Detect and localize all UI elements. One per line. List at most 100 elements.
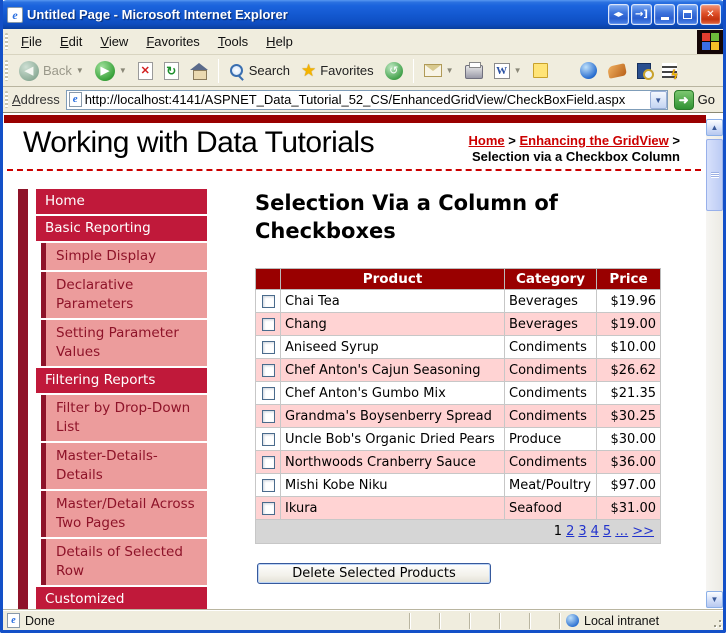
- sidebar-item-basic-reporting[interactable]: Basic Reporting: [36, 216, 207, 241]
- address-dropdown-icon[interactable]: ▼: [650, 91, 667, 109]
- category-cell: Condiments: [505, 336, 597, 359]
- pager-link-ellipsis[interactable]: …: [615, 524, 628, 539]
- history-button[interactable]: ↺: [381, 60, 407, 82]
- back-dropdown-icon[interactable]: ▼: [76, 66, 84, 75]
- breadcrumb: Home > Enhancing the GridView > Selectio…: [408, 133, 680, 165]
- titlebar-extra-button-1[interactable]: ◂▸: [608, 4, 629, 25]
- menu-help[interactable]: Help: [257, 31, 302, 52]
- menu-tools[interactable]: Tools: [209, 31, 257, 52]
- close-button[interactable]: ✕: [700, 4, 721, 25]
- edit-with-word-button[interactable]: W ▼: [490, 61, 526, 81]
- status-pane: [499, 613, 529, 629]
- row-checkbox[interactable]: [262, 364, 275, 377]
- menu-edit[interactable]: Edit: [51, 31, 91, 52]
- page-title: Selection Via a Column of Checkboxes: [255, 189, 635, 245]
- row-checkbox[interactable]: [262, 456, 275, 469]
- windows-logo-icon: [697, 30, 723, 54]
- pager-link-4[interactable]: 4: [591, 524, 599, 539]
- delete-selected-products-button[interactable]: Delete Selected Products: [257, 563, 491, 584]
- breadcrumb-separator: >: [505, 133, 520, 148]
- scroll-down-icon[interactable]: ▼: [706, 591, 723, 608]
- address-grip[interactable]: [5, 91, 8, 109]
- sidebar-item-master-details-details[interactable]: Master-Details-Details: [41, 443, 207, 489]
- sidebar-item-customized-formatting[interactable]: Customized Formatting: [36, 587, 207, 610]
- sidebar-item-setting-parameter-values[interactable]: Setting Parameter Values: [41, 320, 207, 366]
- row-checkbox[interactable]: [262, 479, 275, 492]
- price-cell: $30.00: [597, 428, 661, 451]
- sidebar-nav: Home Basic Reporting Simple Display Decl…: [3, 189, 215, 610]
- refresh-button[interactable]: ↻: [160, 60, 183, 82]
- forward-dropdown-icon[interactable]: ▼: [119, 66, 127, 75]
- sidebar-item-filtering-reports[interactable]: Filtering Reports: [36, 368, 207, 393]
- row-checkbox[interactable]: [262, 502, 275, 515]
- extension-button-1[interactable]: [604, 63, 630, 79]
- scroll-up-icon[interactable]: ▲: [706, 119, 723, 136]
- menu-view[interactable]: View: [91, 31, 137, 52]
- research-book-icon: [637, 63, 651, 79]
- titlebar-extra-button-2[interactable]: →]: [631, 4, 652, 25]
- products-grid: Product Category Price Chai Tea Beverage…: [255, 268, 661, 544]
- messenger-button[interactable]: [576, 60, 601, 81]
- sidebar-item-details-of-selected-row[interactable]: Details of Selected Row: [41, 539, 207, 585]
- category-cell: Produce: [505, 428, 597, 451]
- vertical-scrollbar[interactable]: ▲ ▼: [706, 119, 723, 608]
- row-checkbox[interactable]: [262, 387, 275, 400]
- go-button[interactable]: ➜: [674, 90, 694, 110]
- stop-icon: ✕: [138, 62, 153, 80]
- product-column-header: Product: [281, 269, 505, 290]
- mail-dropdown-icon[interactable]: ▼: [446, 66, 454, 75]
- row-checkbox[interactable]: [262, 341, 275, 354]
- extension-icon-orange: [606, 63, 626, 78]
- resize-grip[interactable]: [709, 613, 723, 629]
- price-cell: $21.35: [597, 382, 661, 405]
- menu-file[interactable]: File: [12, 31, 51, 52]
- minimize-icon: [661, 17, 669, 20]
- back-icon: ◀: [19, 61, 39, 81]
- price-cell: $19.96: [597, 290, 661, 313]
- mail-button[interactable]: ▼: [420, 62, 458, 79]
- minimize-button[interactable]: [654, 4, 675, 25]
- toolbar-grip[interactable]: [5, 60, 8, 82]
- favorites-button[interactable]: ★ Favorites: [297, 59, 378, 83]
- pager-current-page: 1: [554, 524, 562, 539]
- word-dropdown-icon[interactable]: ▼: [514, 66, 522, 75]
- breadcrumb-home-link[interactable]: Home: [469, 133, 505, 148]
- address-input[interactable]: [85, 92, 650, 107]
- ie-page-icon: e: [7, 7, 23, 23]
- research-button[interactable]: [633, 61, 655, 81]
- pager-row: 12345 … >>: [256, 520, 661, 544]
- search-button[interactable]: Search: [225, 61, 294, 81]
- stop-button[interactable]: ✕: [134, 60, 157, 82]
- table-row: Mishi Kobe Niku Meat/Poultry $97.00: [256, 474, 661, 497]
- forward-button[interactable]: ▶ ▼: [91, 59, 131, 83]
- pager-link-3[interactable]: 3: [578, 524, 586, 539]
- price-cell: $30.25: [597, 405, 661, 428]
- extension-button-2[interactable]: [658, 61, 681, 80]
- pager-link-2[interactable]: 2: [566, 524, 574, 539]
- breadcrumb-section-link[interactable]: Enhancing the GridView: [519, 133, 668, 148]
- sidebar-item-home[interactable]: Home: [36, 189, 207, 214]
- pager-link-next[interactable]: >>: [632, 524, 654, 539]
- home-button[interactable]: [186, 61, 212, 81]
- menu-grip[interactable]: [5, 33, 8, 51]
- scrollbar-thumb[interactable]: [706, 139, 723, 211]
- back-button[interactable]: ◀ Back ▼: [15, 59, 88, 83]
- sidebar-item-filter-by-dropdown-list[interactable]: Filter by Drop-Down List: [41, 395, 207, 441]
- menu-favorites[interactable]: Favorites: [137, 31, 208, 52]
- sidebar-item-declarative-parameters[interactable]: Declarative Parameters: [41, 272, 207, 318]
- row-checkbox[interactable]: [262, 318, 275, 331]
- row-checkbox[interactable]: [262, 295, 275, 308]
- print-button[interactable]: [461, 60, 487, 81]
- row-checkbox[interactable]: [262, 433, 275, 446]
- discuss-button[interactable]: [529, 61, 552, 80]
- table-row: Chang Beverages $19.00: [256, 313, 661, 336]
- row-checkbox[interactable]: [262, 410, 275, 423]
- mail-icon: [424, 64, 442, 77]
- status-pane: [439, 613, 469, 629]
- note-icon: [533, 63, 548, 78]
- pager-link-5[interactable]: 5: [603, 524, 611, 539]
- history-icon: ↺: [385, 62, 403, 80]
- maximize-button[interactable]: [677, 4, 698, 25]
- sidebar-item-simple-display[interactable]: Simple Display: [41, 243, 207, 270]
- sidebar-item-master-detail-two-pages[interactable]: Master/Detail Across Two Pages: [41, 491, 207, 537]
